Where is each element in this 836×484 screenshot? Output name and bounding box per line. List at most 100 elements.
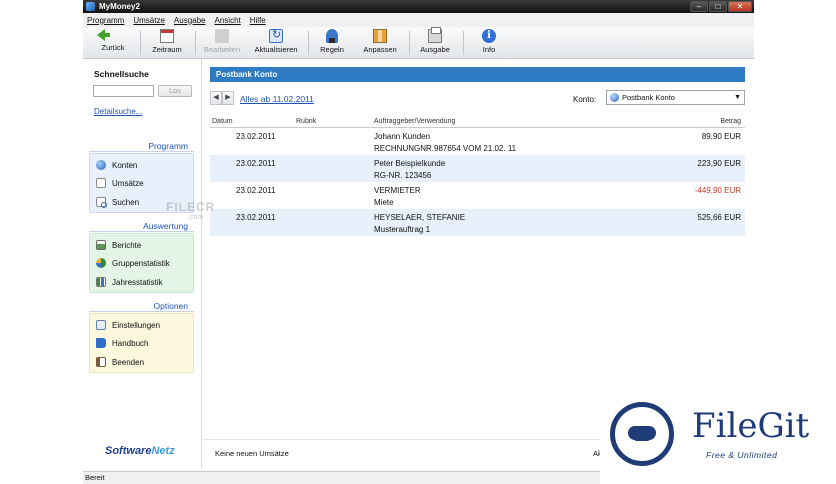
toolbar-separator [463, 31, 464, 55]
brand-main-text: Software [105, 445, 152, 457]
softwarenetz-logo: SoftwareNetz [105, 445, 175, 457]
back-button[interactable]: Zurück [95, 29, 131, 57]
row-date: 23.02.2011 [236, 132, 276, 141]
new-transactions-status: Keine neuen Umsätze [215, 449, 289, 458]
sidebar-item-label: Suchen [112, 197, 140, 207]
table-row[interactable]: 23.02.2011 VERMIETER Miete -449,90 EUR [210, 182, 745, 209]
column-header-betrag[interactable]: Betrag [720, 118, 741, 125]
sidebar-item-berichte[interactable]: Berichte [96, 238, 141, 252]
sidebar-item-handbuch[interactable]: Handbuch [96, 336, 148, 350]
konto-select-value: Postbank Konto [622, 93, 675, 102]
menu-programm[interactable]: Programm [87, 16, 124, 25]
filecr-watermark-sub: .com [188, 214, 204, 221]
quicksearch-input[interactable] [93, 85, 154, 97]
row-amount-negative: -449,90 EUR [694, 186, 741, 195]
menu-ausgabe[interactable]: Ausgabe [174, 16, 206, 25]
row-name: Johann Kunden [374, 132, 431, 141]
sidebar-item-beenden[interactable]: Beenden [96, 355, 144, 369]
sidebar-item-jahresstatistik[interactable]: Jahresstatistik [96, 275, 163, 289]
adjust-label: Anpassen [363, 45, 397, 54]
row-amount: 525,66 EUR [697, 213, 741, 222]
refresh-icon [269, 28, 283, 43]
menu-hilfe[interactable]: Hilfe [250, 16, 266, 25]
printer-icon [428, 27, 442, 43]
period-link[interactable]: Alles ab 11.02.2011 [240, 94, 314, 104]
row-amount: 89,90 EUR [701, 132, 741, 141]
globe-icon [96, 160, 106, 170]
table-row[interactable]: 23.02.2011 Peter Beispielkunde RG-NR. 12… [210, 155, 745, 182]
sidebar-item-label: Jahresstatistik [112, 277, 163, 287]
period-button[interactable]: Zeitraum [147, 29, 187, 57]
sidebar-item-label: Berichte [112, 240, 142, 250]
row-purpose: Miete [374, 198, 394, 207]
row-date: 23.02.2011 [236, 186, 276, 195]
sidebar-item-label: Handbuch [112, 338, 149, 348]
toolbar-separator [140, 31, 141, 55]
exit-door-icon [96, 357, 106, 367]
konto-select[interactable]: Postbank Konto ▼ [606, 90, 745, 105]
period-label: Zeitraum [152, 45, 182, 54]
window-controls: – □ ✕ [690, 1, 752, 12]
output-button[interactable]: Ausgabe [417, 27, 453, 57]
app-icon [86, 2, 95, 11]
column-header-auftraggeber[interactable]: Auftraggeber/Verwendung [374, 118, 455, 125]
adjust-icon [373, 29, 387, 43]
settings-icon [96, 320, 106, 330]
filegit-name: FileGit [692, 406, 810, 446]
brand-accent-text: Netz [151, 445, 175, 457]
info-label: Info [482, 45, 496, 54]
minimize-button[interactable]: – [690, 1, 708, 12]
row-date: 23.02.2011 [236, 213, 276, 222]
window-title: MyMoney2 [99, 2, 140, 11]
group-optionen: Einstellungen Handbuch Beenden [89, 313, 194, 373]
row-purpose: RECHNUNGNR.987654 VOM 21.02. 11 [374, 144, 517, 153]
close-button[interactable]: ✕ [728, 1, 752, 12]
chevron-down-icon: ▼ [734, 94, 741, 101]
row-name: VERMIETER [374, 186, 421, 195]
rules-button[interactable]: Regeln [316, 29, 348, 57]
filegit-watermark: FileGit Free & Unlimited [600, 392, 836, 484]
refresh-button[interactable]: Aktualisieren [251, 28, 301, 57]
quicksearch-title: Schnellsuche [94, 69, 149, 79]
previous-period-button[interactable]: ◀ [210, 91, 222, 105]
sidebar-item-suchen[interactable]: Suchen [96, 195, 139, 209]
sidebar-item-label: Umsätze [112, 178, 144, 188]
calendar-icon [160, 29, 174, 43]
quicksearch-go-button[interactable]: Los [158, 85, 192, 97]
column-header-datum[interactable]: Datum [212, 118, 233, 125]
sidebar-item-einstellungen[interactable]: Einstellungen [96, 318, 160, 332]
edit-icon [215, 29, 229, 43]
pie-chart-icon [96, 258, 106, 268]
table-row[interactable]: 23.02.2011 HEYSELAER, STEFANIE Musterauf… [210, 209, 745, 236]
info-button[interactable]: i Info [475, 29, 503, 57]
column-header-rubrik[interactable]: Rubrik [296, 118, 316, 125]
group-title-auswertung: Auswertung [143, 221, 188, 231]
maximize-button[interactable]: □ [709, 1, 727, 12]
row-name: Peter Beispielkunde [374, 159, 446, 168]
document-icon [96, 178, 106, 188]
sidebar-item-label: Beenden [112, 357, 145, 367]
table-row[interactable]: 23.02.2011 Johann Kunden RECHNUNGNR.9876… [210, 128, 745, 155]
row-purpose: Musterauftrag 1 [374, 225, 431, 234]
sidebar-item-gruppenstatistik[interactable]: Gruppenstatistik [96, 256, 170, 270]
rules-label: Regeln [320, 45, 344, 54]
edit-button[interactable]: Bearbeiten [201, 29, 243, 57]
konto-label: Konto: [573, 95, 597, 104]
detail-search-link[interactable]: Detailsuche... [94, 107, 142, 116]
edit-label: Bearbeiten [203, 45, 241, 54]
group-divider [89, 231, 194, 232]
book-icon [96, 338, 106, 348]
row-name: HEYSELAER, STEFANIE [374, 213, 466, 222]
next-period-button[interactable]: ▶ [222, 91, 234, 105]
sidebar-item-konten[interactable]: Konten [96, 158, 137, 172]
refresh-label: Aktualisieren [254, 45, 298, 54]
adjust-button[interactable]: Anpassen [360, 29, 400, 57]
filecr-watermark: FILECR [166, 200, 216, 214]
filegit-tagline: Free & Unlimited [706, 450, 778, 460]
toolbar-separator [195, 31, 196, 55]
title-bar: MyMoney2 – □ ✕ [83, 0, 754, 13]
menu-ansicht[interactable]: Ansicht [215, 16, 241, 25]
menu-umsaetze[interactable]: Umsätze [133, 16, 165, 25]
sidebar-item-umsaetze[interactable]: Umsätze [96, 176, 144, 190]
row-date: 23.02.2011 [236, 159, 276, 168]
